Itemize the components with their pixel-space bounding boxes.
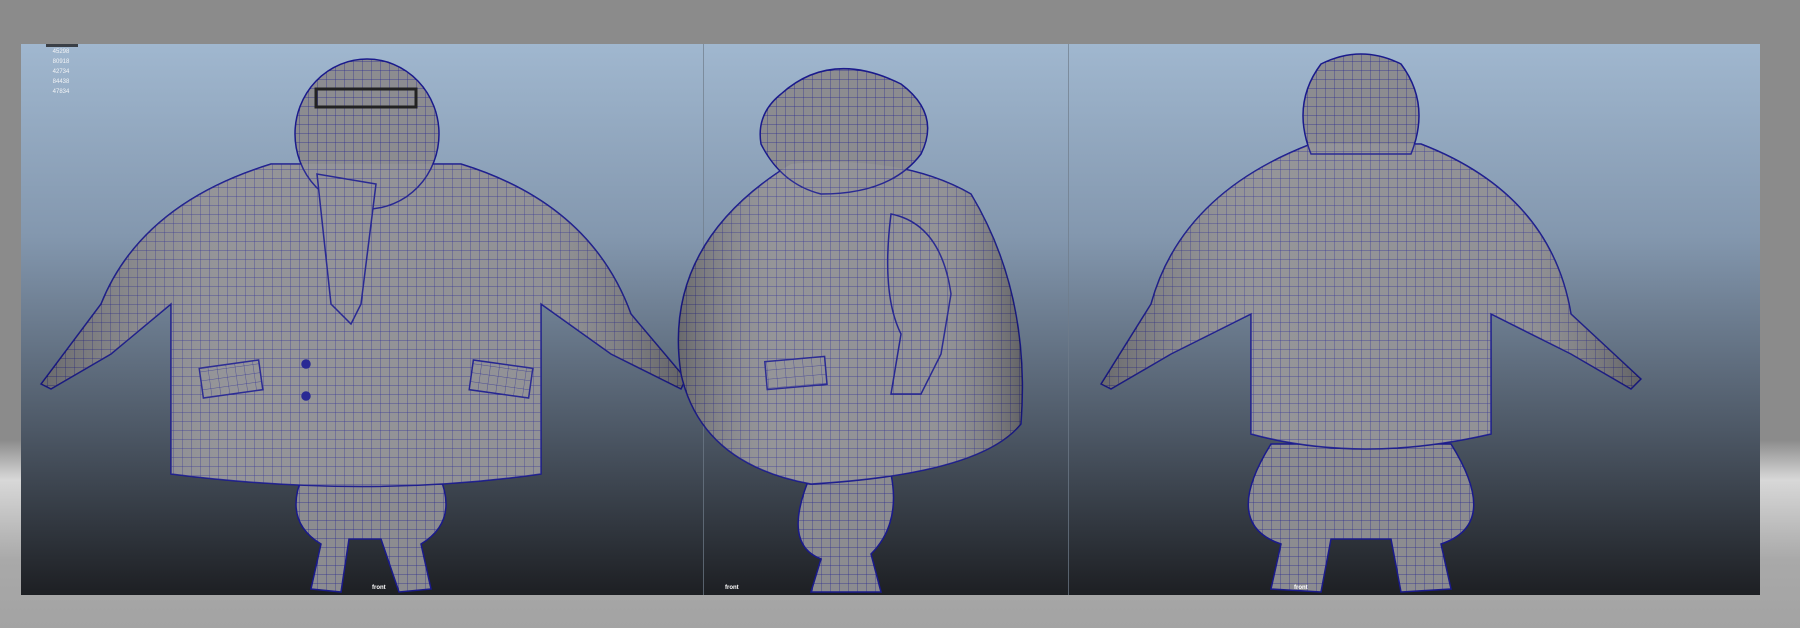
model-front-view <box>39 58 687 593</box>
camera-label: front <box>725 585 739 591</box>
3d-viewport[interactable]: 45298 80918 42734 84438 47834 front fron… <box>21 44 1760 595</box>
camera-label: front <box>1294 585 1308 591</box>
model-side-view <box>677 67 1024 593</box>
character-models <box>39 53 1643 593</box>
camera-label: front <box>372 585 386 591</box>
model-back-view <box>1099 53 1643 593</box>
